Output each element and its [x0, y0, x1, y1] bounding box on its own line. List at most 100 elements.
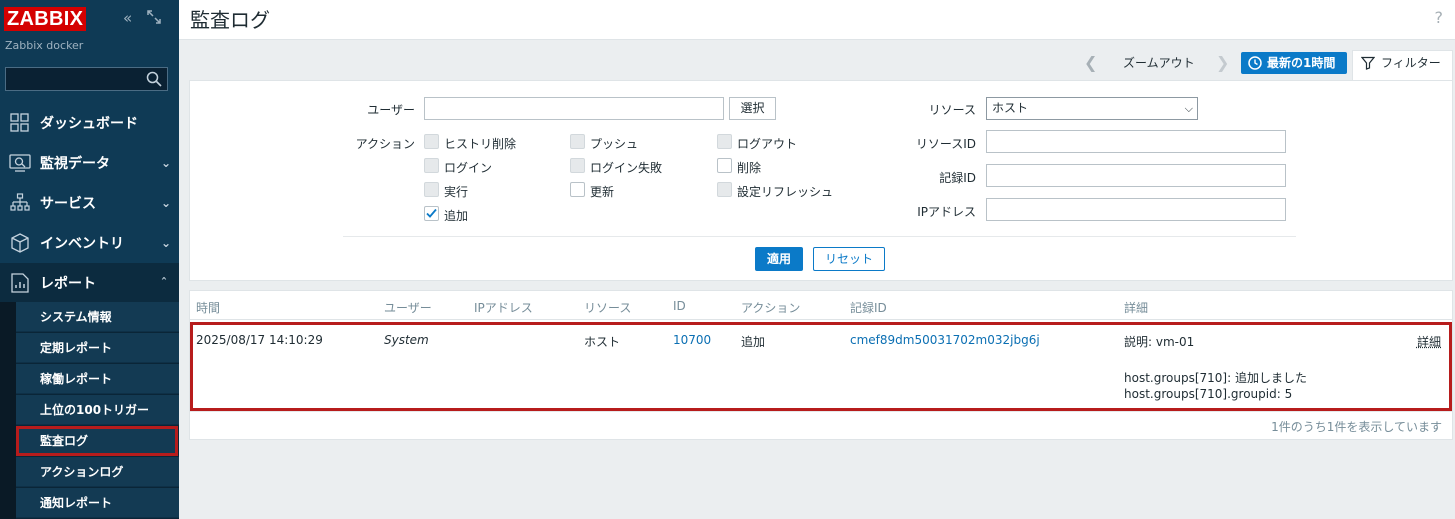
column-header-record-id: 記録ID — [850, 301, 887, 315]
reports-submenu: システム情報 定期レポート 稼働レポート 上位の100トリガー 監査ログ アクシ… — [0, 302, 179, 519]
user-input[interactable] — [424, 97, 724, 120]
row-detail-line: host.groups[710]: 追加しました — [1124, 371, 1307, 385]
checkbox-config-refresh[interactable] — [717, 182, 732, 197]
time-range-tab[interactable]: 最新の1時間 — [1241, 52, 1347, 74]
column-header-id: ID — [673, 299, 686, 313]
checkbox-label: ログアウト — [737, 137, 798, 151]
checkbox-login[interactable] — [424, 158, 439, 173]
row-id-link[interactable]: 10700 — [673, 333, 711, 347]
checkbox-label: 設定リフレッシュ — [737, 185, 834, 199]
row-user: System — [384, 333, 429, 347]
sidebar-search-input[interactable] — [5, 67, 168, 91]
menu-monitoring[interactable]: 監視データ ⌄ — [0, 143, 179, 183]
chevron-up-icon: ˆ — [161, 276, 167, 290]
inventory-box-icon — [0, 233, 40, 253]
row-resource: ホスト — [584, 335, 621, 349]
submenu-item-action-log[interactable]: アクションログ — [16, 457, 179, 487]
resource-id-input[interactable] — [986, 130, 1286, 153]
clock-icon — [1248, 56, 1262, 70]
resource-label: リソース — [928, 103, 976, 117]
filter-tab[interactable]: フィルター — [1352, 50, 1453, 81]
menu-label: サービス — [40, 196, 96, 212]
resource-select[interactable]: ホスト ⌵ — [986, 97, 1198, 120]
submenu-item-notifications[interactable]: 通知レポート — [16, 488, 179, 518]
checkbox-execute[interactable] — [424, 182, 439, 197]
chevron-down-icon: ⌄ — [161, 236, 172, 250]
menu-label: 監視データ — [40, 156, 110, 172]
zabbix-logo[interactable]: ZABBIX — [4, 7, 87, 31]
previous-period-icon[interactable]: ❮ — [1084, 50, 1097, 78]
checkbox-add[interactable] — [424, 206, 439, 221]
zoom-out-button[interactable]: ズームアウト — [1123, 50, 1195, 78]
reports-icon — [0, 273, 40, 293]
chevron-down-icon: ⌄ — [161, 196, 172, 210]
checkbox-logout[interactable] — [717, 134, 732, 149]
submenu-strip — [0, 302, 16, 519]
checkbox-label: プッシュ — [590, 137, 639, 151]
table-row: 2025/08/17 14:10:29 System ホスト 10700 追加 … — [190, 322, 1452, 411]
checkbox-label: 削除 — [737, 161, 762, 175]
row-action: 追加 — [741, 335, 766, 349]
row-detail-line: host.groups[710].groupid: 5 — [1124, 387, 1293, 401]
row-detail-description: 説明: vm-01 — [1124, 335, 1195, 349]
select-user-button[interactable]: 選択 — [729, 97, 776, 120]
collapse-sidebar-icon[interactable]: « — [123, 10, 132, 26]
submenu-item-top-100-triggers[interactable]: 上位の100トリガー — [16, 395, 179, 425]
monitoring-icon — [0, 154, 40, 172]
page-header: 監査ログ ? — [179, 0, 1455, 40]
page-title: 監査ログ — [190, 8, 270, 32]
submenu-item-scheduled-reports[interactable]: 定期レポート — [16, 333, 179, 363]
checkbox-label: 更新 — [590, 185, 615, 199]
checkbox-label: ログイン失敗 — [590, 161, 663, 175]
search-icon[interactable] — [146, 71, 162, 87]
header-divider — [190, 319, 1452, 320]
checkbox-failed-login[interactable] — [570, 158, 585, 173]
next-period-icon[interactable]: ❯ — [1216, 50, 1229, 78]
checkbox-label: 追加 — [444, 209, 469, 223]
menu-inventory[interactable]: インベントリ ⌄ — [0, 223, 179, 263]
column-header-resource: リソース — [584, 301, 632, 315]
action-label: アクション — [355, 137, 415, 151]
column-header-details: 詳細 — [1124, 301, 1149, 315]
paging-summary: 1件のうち1件を表示しています — [1271, 420, 1442, 434]
time-range-label: 最新の1時間 — [1267, 56, 1336, 70]
ip-address-input[interactable] — [986, 198, 1286, 221]
dashboard-icon — [0, 113, 40, 133]
menu-label: ダッシュボード — [40, 116, 138, 132]
checkbox-label: ヒストリ削除 — [444, 137, 517, 151]
column-header-action: アクション — [741, 301, 801, 315]
help-icon[interactable]: ? — [1435, 8, 1444, 27]
record-id-input[interactable] — [986, 164, 1286, 187]
sidebar: ZABBIX « Zabbix docker ダッシュボード 監視データ ⌄ サ… — [0, 0, 179, 519]
reset-button[interactable]: リセット — [813, 247, 885, 271]
column-header-user: ユーザー — [384, 301, 432, 315]
menu-reports[interactable]: レポート ˆ — [0, 263, 179, 303]
audit-log-table: 時間 ユーザー IPアドレス リソース ID アクション 記録ID 詳細 202… — [189, 290, 1453, 440]
chevron-down-icon: ⌵ — [1184, 102, 1193, 115]
menu-label: インベントリ — [40, 236, 124, 252]
checkbox-update[interactable] — [570, 182, 585, 197]
kiosk-mode-icon[interactable] — [147, 10, 161, 27]
details-link[interactable]: 詳細 — [1417, 333, 1441, 350]
menu-dashboard[interactable]: ダッシュボード — [0, 103, 179, 143]
apply-button[interactable]: 適用 — [755, 247, 803, 271]
record-id-label: 記録ID — [939, 171, 976, 185]
column-header-time[interactable]: 時間 — [196, 299, 220, 316]
checkbox-delete[interactable] — [717, 158, 732, 173]
server-name: Zabbix docker — [5, 39, 84, 52]
submenu-item-availability-report[interactable]: 稼働レポート — [16, 364, 179, 394]
resource-id-label: リソースID — [915, 137, 976, 151]
menu-services[interactable]: サービス ⌄ — [0, 183, 179, 223]
checkmark-icon — [426, 208, 437, 218]
resource-select-value: ホスト — [992, 101, 1029, 115]
time-selector-bar: ❮ ズームアウト ❯ 最新の1時間 フィルター — [179, 50, 1455, 81]
main-content: 監査ログ ? ❮ ズームアウト ❯ 最新の1時間 フィルター ユーザー 選択 ア… — [179, 0, 1455, 519]
submenu-item-audit-log[interactable]: 監査ログ — [16, 426, 178, 456]
submenu-item-system-info[interactable]: システム情報 — [16, 302, 179, 332]
filter-divider — [343, 236, 1296, 237]
ip-address-label: IPアドレス — [917, 205, 976, 219]
checkbox-push[interactable] — [570, 134, 585, 149]
checkbox-history-clear[interactable] — [424, 134, 439, 149]
row-record-id-link[interactable]: cmef89dm50031702m032jbg6j — [850, 333, 1040, 347]
filter-funnel-icon — [1361, 56, 1375, 70]
